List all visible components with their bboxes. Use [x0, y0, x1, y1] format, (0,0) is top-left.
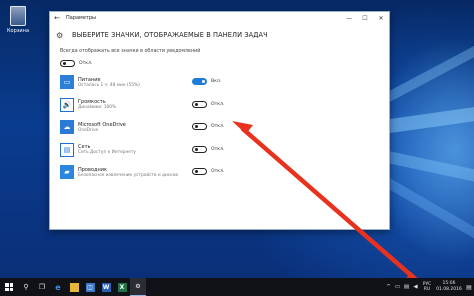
item-description: OneDrive: [78, 127, 99, 133]
wallpaper-light-beam: [380, 175, 474, 245]
app-title: Параметры: [66, 15, 96, 21]
clock[interactable]: 15:06 01.08.2016: [434, 281, 464, 293]
list-item-onedrive: ☁ Microsoft OneDrive OneDrive Откл.: [60, 116, 389, 139]
network-state: Откл.: [211, 146, 225, 152]
language-region: RU: [423, 287, 431, 292]
settings-content: Всегда отображать все значки в области у…: [50, 49, 389, 184]
recycle-bin-shortcut[interactable]: Корзина: [5, 6, 31, 34]
back-button[interactable]: ←: [50, 12, 64, 24]
taskbar-app-store[interactable]: ◫: [82, 278, 98, 296]
item-description: Осталось 1 ч. 48 мин (55%): [78, 82, 140, 88]
search-icon: ⚲: [23, 283, 29, 291]
battery-icon: ▭: [60, 75, 74, 90]
settings-window: ← Параметры — ☐ ✕ ⚙ ВЫБЕРИТЕ ЗНАЧКИ, ОТО…: [49, 11, 390, 230]
explorer-icon: ▰: [60, 165, 74, 180]
always-show-state: Откл.: [79, 60, 93, 66]
list-item-power: ▭ Питание Осталось 1 ч. 48 мин (55%) Вкл…: [60, 71, 389, 94]
taskbar: ⚲ ❐ e ◫ W X ⚙ ^ ▭ ▤ ◀ РУС RU 15:06 01.08…: [0, 278, 474, 296]
taskbar-app-excel[interactable]: X: [114, 278, 130, 296]
volume-tray-icon[interactable]: ◀: [411, 284, 420, 290]
item-description: Динамики: 100%: [78, 105, 117, 110]
network-icon: ▤: [60, 142, 74, 157]
always-show-label: Всегда отображать все значки в области у…: [60, 49, 201, 54]
edge-icon: e: [55, 282, 61, 292]
taskbar-app-explorer[interactable]: [66, 278, 82, 296]
recycle-bin-label: Корзина: [6, 28, 30, 34]
taskbar-app-word[interactable]: W: [98, 278, 114, 296]
taskbar-app-edge[interactable]: e: [50, 278, 66, 296]
explorer-toggle[interactable]: [192, 168, 207, 175]
close-icon: ✕: [378, 14, 384, 22]
clock-date: 01.08.2016: [436, 287, 462, 292]
back-arrow-icon: ←: [54, 14, 60, 22]
settings-gear-icon: ⚙: [135, 283, 141, 290]
minimize-button[interactable]: —: [341, 12, 357, 24]
power-state: Вкл.: [211, 79, 222, 84]
list-item-explorer: ▰ Проводник Безопасное извлечение устрой…: [60, 161, 389, 184]
gear-icon: ⚙: [56, 30, 64, 40]
always-show-toggle-row: Откл.: [60, 58, 389, 68]
minimize-icon: —: [346, 14, 352, 22]
wallpaper-light-beam: [382, 103, 474, 134]
network-toggle[interactable]: [192, 145, 207, 153]
notification-icon: ▤: [466, 283, 472, 291]
store-icon: ◫: [85, 282, 95, 292]
show-hidden-icons-button[interactable]: ^: [384, 284, 393, 290]
close-button[interactable]: ✕: [373, 12, 389, 24]
recycle-bin-icon: [10, 6, 26, 26]
volume-toggle[interactable]: [192, 100, 207, 108]
volume-icon: 🔊: [60, 97, 74, 112]
task-view-button[interactable]: ❐: [34, 278, 50, 296]
list-item-volume: 🔊 Громкость Динамики: 100% Откл.: [60, 94, 389, 117]
wallpaper-light-beam: [380, 39, 474, 105]
network-tray-icon[interactable]: ▤: [402, 284, 411, 290]
maximize-button[interactable]: ☐: [357, 12, 373, 24]
page-title: ВЫБЕРИТЕ ЗНАЧКИ, ОТОБРАЖАЕМЫЕ В ПАНЕЛИ З…: [72, 31, 268, 39]
onedrive-state: Откл.: [211, 124, 225, 129]
language-indicator[interactable]: РУС RU: [420, 282, 434, 292]
start-button[interactable]: [0, 278, 18, 296]
taskbar-app-settings[interactable]: ⚙: [130, 278, 146, 296]
volume-state: Откл.: [211, 101, 225, 107]
item-description: Безопасное извлечение устройств и дисков: [78, 172, 178, 178]
list-item-network: ▤ Сеть Сеть Доступ к Интернету Откл.: [60, 139, 389, 162]
windows-logo-icon: [5, 283, 13, 291]
item-description: Сеть Доступ к Интернету: [78, 150, 136, 155]
icon-list: ▭ Питание Осталось 1 ч. 48 мин (55%) Вкл…: [60, 71, 389, 184]
onedrive-toggle[interactable]: [192, 123, 207, 130]
system-tray: ^ ▭ ▤ ◀ РУС RU 15:06 01.08.2016 ▤: [384, 278, 474, 296]
task-view-icon: ❐: [38, 283, 46, 291]
search-button[interactable]: ⚲: [18, 278, 34, 296]
battery-tray-icon[interactable]: ▭: [393, 284, 402, 290]
page-header: ⚙ ВЫБЕРИТЕ ЗНАЧКИ, ОТОБРАЖАЕМЫЕ В ПАНЕЛИ…: [50, 24, 389, 46]
word-icon: W: [101, 282, 111, 292]
title-bar: ← Параметры — ☐ ✕: [50, 12, 389, 24]
folder-icon: [69, 282, 79, 292]
action-center-button[interactable]: ▤: [464, 284, 474, 291]
onedrive-icon: ☁: [60, 120, 74, 135]
maximize-icon: ☐: [362, 14, 368, 22]
always-show-toggle[interactable]: [60, 59, 75, 67]
power-toggle[interactable]: [192, 78, 207, 85]
explorer-state: Откл.: [211, 169, 225, 174]
excel-icon: X: [117, 282, 127, 292]
